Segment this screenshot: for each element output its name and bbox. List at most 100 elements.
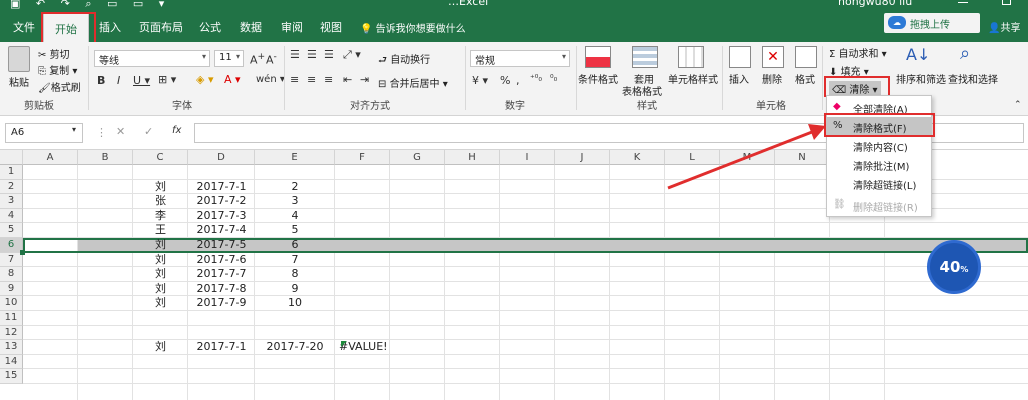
currency-icon[interactable]: ¥ ▾ [472,74,488,87]
row-header-13[interactable]: 13 [0,340,23,355]
cell-e9[interactable]: 9 [255,282,335,296]
find-select-icon[interactable]: ⌕ [960,43,970,64]
sort-filter-icon[interactable]: A↓ [906,45,930,64]
chevron-down-icon[interactable]: ▾ [72,125,76,134]
format-cells-icon[interactable] [795,46,817,68]
delete-cells-icon[interactable]: ✕ [762,46,784,68]
row-header-8[interactable]: 8 [0,267,23,282]
cell-d3[interactable]: 2017-7-2 [188,194,255,208]
column-header-k[interactable]: K [610,150,665,165]
column-header-f[interactable]: F [335,150,390,165]
row-header-10[interactable]: 10 [0,296,23,311]
decrease-indent-icon[interactable]: ⇤ [343,73,352,86]
column-header-i[interactable]: I [500,150,555,165]
merge-center-button[interactable]: ⊟ 合并后居中 ▾ [378,75,448,90]
menu-clear-hyperlinks[interactable]: 清除超链接(L) [827,174,931,193]
collapse-ribbon-icon[interactable]: ⌃ [1014,100,1022,110]
column-header-d[interactable]: D [188,150,255,165]
table-format-label-2[interactable]: 表格格式 [622,83,662,98]
column-header-m[interactable]: M [720,150,775,165]
row-header-5[interactable]: 5 [0,223,23,238]
orientation-icon[interactable]: ⤢ ▾ [343,48,361,62]
cell-e7[interactable]: 7 [255,253,335,267]
format-painter-button[interactable]: 🖌格式刷 [38,79,81,94]
shrink-font-icon[interactable]: A- [266,51,277,67]
column-header-a[interactable]: A [23,150,78,165]
cell-e2[interactable]: 2 [255,180,335,194]
cell-c4[interactable]: 李 [133,209,188,223]
align-bottom-icon[interactable]: ☰ [324,48,334,61]
font-size-select[interactable]: 11 ▾ [214,50,244,67]
menu-clear-contents[interactable]: 清除内容(C) [827,136,931,155]
cell-e4[interactable]: 4 [255,209,335,223]
phonetic-icon[interactable]: wén ▾ [256,74,285,85]
cell-e13[interactable]: 2017-7-20 [255,340,335,354]
format-cells-label[interactable]: 格式 [795,71,815,86]
tab-data[interactable]: 数据 [240,19,262,35]
tab-file[interactable]: 文件 [13,19,35,35]
cut-button[interactable]: ✂ 剪切 [38,46,70,61]
cell-c5[interactable]: 王 [133,223,188,237]
column-header-g[interactable]: G [390,150,445,165]
row-header-12[interactable]: 12 [0,325,23,341]
align-center-icon[interactable]: ≡ [307,73,316,86]
tell-me-box[interactable]: 💡 告诉我你想要做什么 [360,20,466,35]
cell-c9[interactable]: 刘 [133,282,188,296]
column-header-h[interactable]: H [445,150,500,165]
font-color-icon[interactable]: A ▾ [224,73,241,86]
cell-c6[interactable]: 刘 [133,238,188,252]
maximize-icon[interactable] [1002,0,1011,5]
fill-handle[interactable] [20,250,25,255]
tab-insert[interactable]: 插入 [99,19,121,35]
cell-e5[interactable]: 5 [255,223,335,237]
upload-button[interactable]: ☁ 拖拽上传 [884,13,980,33]
error-indicator-icon[interactable] [341,341,347,347]
row-header-15[interactable]: 15 [0,369,23,384]
grow-font-icon[interactable]: A+ [250,51,265,67]
cell-d13[interactable]: 2017-7-1 [188,340,255,354]
share-button[interactable]: 👤共享 [988,19,1020,34]
row-header-4[interactable]: 4 [0,208,23,224]
insert-function-icon[interactable]: fx [172,125,181,136]
cell-e3[interactable]: 3 [255,194,335,208]
cell-e6[interactable]: 6 [255,238,335,252]
column-header-j[interactable]: J [555,150,610,165]
menu-clear-formats[interactable]: % 清除格式(F) [827,117,931,136]
tab-view[interactable]: 视图 [320,19,342,35]
cell-d5[interactable]: 2017-7-4 [188,223,255,237]
conditional-format-icon[interactable] [585,46,611,68]
cell-style-label[interactable]: 单元格样式 [668,71,718,86]
fill-color-icon[interactable]: ◈ ▾ [196,73,213,86]
cell-c13[interactable]: 刘 [133,340,188,354]
tab-review[interactable]: 审阅 [281,19,303,35]
tab-page-layout[interactable]: 页面布局 [139,19,183,35]
conditional-format-label[interactable]: 条件格式 [578,71,618,86]
italic-icon[interactable]: I [117,74,120,87]
row-header-1[interactable]: 1 [0,165,23,180]
align-right-icon[interactable]: ≡ [324,73,333,86]
menu-clear-comments[interactable]: 清除批注(M) [827,155,931,174]
cell-c7[interactable]: 刘 [133,253,188,267]
font-name-select[interactable]: 等线 ▾ [94,50,210,67]
align-top-icon[interactable]: ☰ [290,48,300,61]
cell-c2[interactable]: 刘 [133,180,188,194]
sort-filter-label[interactable]: 排序和筛选 [896,71,946,86]
percent-icon[interactable]: % [500,74,510,87]
delete-cells-label[interactable]: 删除 [762,71,782,86]
column-header-c[interactable]: C [133,150,188,165]
row-header-2[interactable]: 2 [0,179,23,195]
column-header-e[interactable]: E [255,150,335,165]
cell-d7[interactable]: 2017-7-6 [188,253,255,267]
autosum-button[interactable]: Σ 自动求和 ▾ [829,45,887,60]
find-select-label[interactable]: 查找和选择 [948,71,998,86]
row-header-14[interactable]: 14 [0,354,23,370]
underline-icon[interactable]: U ▾ [133,74,150,87]
comma-icon[interactable]: , [516,74,520,87]
user-name[interactable]: hongwu80 liu [838,0,912,8]
quick-access-toolbar[interactable]: ▣ ↶ ↷ ⌕ ▭ ▭ ▾ [10,0,170,11]
cell-d8[interactable]: 2017-7-7 [188,267,255,281]
increase-decimal-icon[interactable]: ⁺⁰₀ [530,74,542,84]
cell-d9[interactable]: 2017-7-8 [188,282,255,296]
enter-icon[interactable]: ✓ [144,125,153,138]
paste-label[interactable]: 粘贴 [9,74,29,89]
